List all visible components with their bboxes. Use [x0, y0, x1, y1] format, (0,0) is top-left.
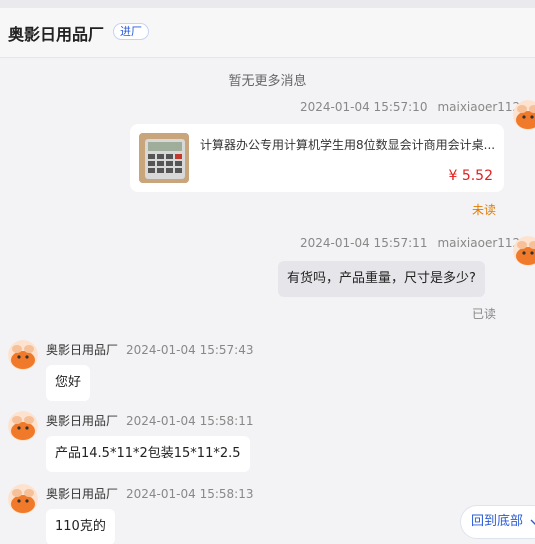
message-bubble: 110克的: [46, 509, 115, 544]
shop-avatar-icon: [8, 411, 38, 441]
message-sender: maixiaoer112: [437, 100, 521, 114]
read-status: 未读: [472, 203, 497, 217]
message-sender: maixiaoer112: [437, 236, 521, 250]
shop-avatar-icon: [8, 484, 38, 514]
scroll-to-bottom-label: 回到底部: [471, 514, 524, 529]
user-avatar-icon: [513, 100, 535, 130]
user-avatar-icon: [513, 236, 535, 266]
user-avatar[interactable]: [513, 236, 535, 266]
message-meta: 2024-01-04 15:57:10 maixiaoer112: [300, 100, 520, 114]
product-thumbnail: [139, 133, 189, 183]
message-meta: 奥影日用品厂 2024-01-04 15:58:13: [46, 485, 253, 502]
top-strip: [0, 0, 535, 8]
shop-avatar-icon: [8, 340, 38, 370]
message-time: 2024-01-04 15:58:13: [126, 487, 254, 501]
product-title: 计算器办公专用计算机学生用8位数显会计商用会计桌...: [200, 138, 496, 152]
no-more-messages: 暂无更多消息: [228, 74, 307, 89]
message-bubble: 有货吗，产品重量，尺寸是多少?: [278, 261, 485, 297]
message-time: 2024-01-04 15:57:11: [300, 236, 428, 250]
message-time: 2024-01-04 15:58:11: [126, 414, 254, 428]
shop-name[interactable]: 奥影日用品厂: [8, 21, 104, 45]
message-bubble: 您好: [46, 365, 91, 401]
message-meta: 奥影日用品厂 2024-01-04 15:58:11: [46, 412, 253, 429]
product-card[interactable]: 计算器办公专用计算机学生用8位数显会计商用会计桌... ¥ 5.52: [130, 124, 504, 192]
message-meta: 奥影日用品厂 2024-01-04 15:57:43: [46, 341, 253, 358]
message-time: 2024-01-04 15:57:43: [126, 343, 254, 357]
enter-shop-tag[interactable]: 进厂: [113, 23, 149, 40]
shop-avatar[interactable]: [8, 484, 38, 514]
calculator-icon: [139, 133, 189, 183]
message-sender: 奥影日用品厂: [46, 343, 119, 357]
message-sender: 奥影日用品厂: [46, 414, 119, 428]
user-avatar[interactable]: [513, 100, 535, 130]
read-status: 已读: [472, 307, 497, 321]
shop-avatar[interactable]: [8, 411, 38, 441]
chevron-down-icon: [530, 519, 535, 525]
scroll-to-bottom-button[interactable]: 回到底部: [460, 505, 535, 539]
message-bubble: 产品14.5*11*2包装15*11*2.5: [46, 436, 250, 472]
message-sender: 奥影日用品厂: [46, 487, 119, 501]
message-time: 2024-01-04 15:57:10: [300, 100, 428, 114]
chat-header: 奥影日用品厂 进厂: [0, 8, 535, 58]
message-meta: 2024-01-04 15:57:11 maixiaoer112: [300, 236, 520, 250]
shop-avatar[interactable]: [8, 340, 38, 370]
product-price: ¥ 5.52: [448, 168, 493, 184]
